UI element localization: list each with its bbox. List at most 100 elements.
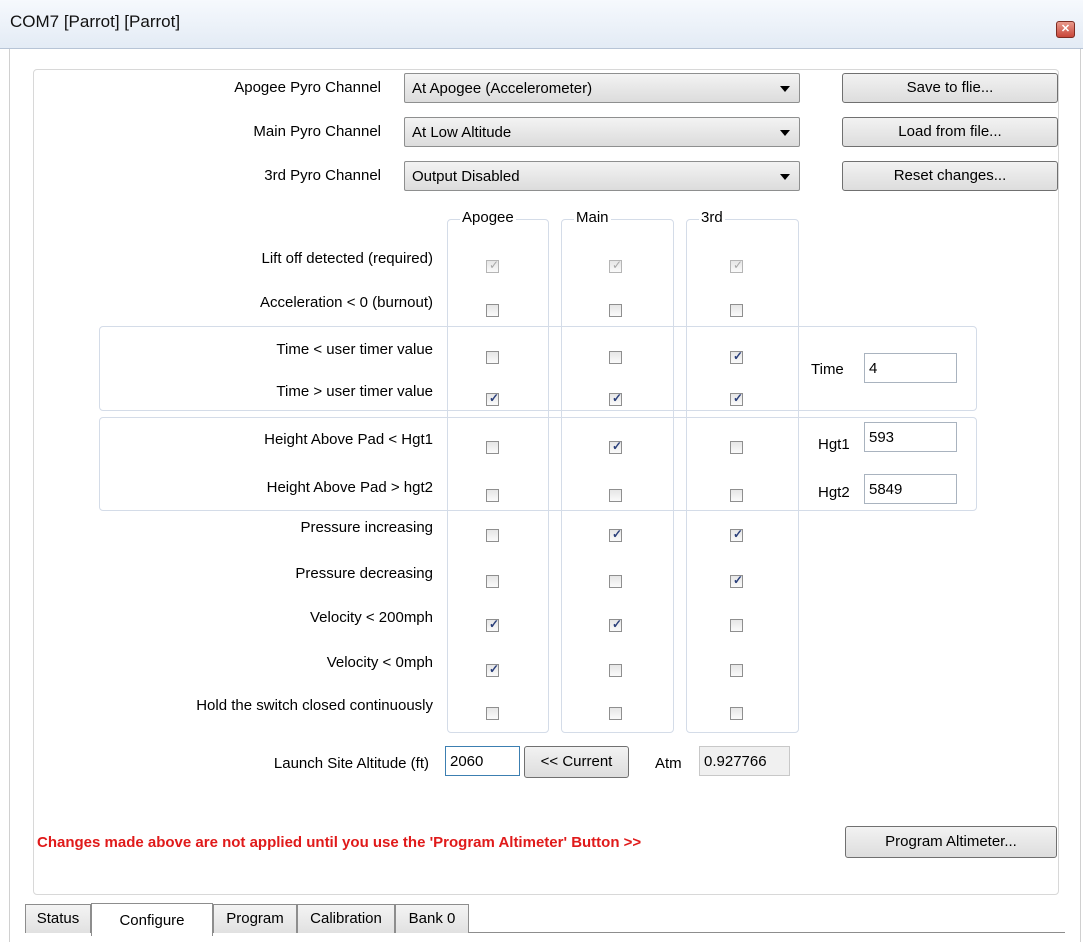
checkbox-press-inc-apogee[interactable] — [486, 529, 499, 542]
condition-label-accel: Acceleration < 0 (burnout) — [259, 294, 433, 311]
checkbox-accel-third[interactable] — [730, 304, 743, 317]
checkbox-hgt2-third[interactable] — [730, 489, 743, 502]
chevron-down-icon — [780, 174, 790, 180]
checkbox-time-gt-apogee[interactable]: ✓ — [486, 391, 500, 406]
checkbox-press-dec-main[interactable] — [609, 575, 622, 588]
checkbox-vel-0-apogee[interactable]: ✓ — [486, 662, 500, 677]
main-column-title: Main — [574, 209, 611, 226]
third-pyro-select[interactable]: Output Disabled — [404, 161, 800, 191]
check-icon: ✓ — [489, 662, 500, 676]
check-icon: ✓ — [733, 258, 744, 272]
checkbox-time-gt-third[interactable]: ✓ — [730, 391, 744, 406]
checkbox-vel-0-third[interactable] — [730, 664, 743, 677]
apogee-pyro-label: Apogee Pyro Channel — [234, 79, 381, 96]
checkbox-vel-200-main[interactable]: ✓ — [609, 617, 623, 632]
check-icon: ✓ — [489, 617, 500, 631]
apogee-column-group: Apogee — [447, 209, 549, 733]
checkbox-accel-main[interactable] — [609, 304, 622, 317]
checkbox-time-lt-apogee[interactable] — [486, 351, 499, 364]
check-icon: ✓ — [612, 617, 623, 631]
condition-label-liftoff: Lift off detected (required) — [261, 250, 434, 267]
checkbox-liftoff-third: ✓ — [730, 258, 744, 273]
checkbox-press-dec-apogee[interactable] — [486, 575, 499, 588]
hgt2-input[interactable]: 5849 — [864, 474, 957, 504]
program-warning-text: Changes made above are not applied until… — [37, 834, 642, 851]
close-button[interactable]: ✕ — [1056, 21, 1075, 38]
apogee-column-title: Apogee — [460, 209, 516, 226]
check-icon: ✓ — [733, 391, 744, 405]
condition-label-vel-200: Velocity < 200mph — [310, 609, 433, 626]
condition-label-press-inc: Pressure increasing — [300, 519, 433, 536]
checkbox-hgt2-main[interactable] — [609, 489, 622, 502]
tab-calibration[interactable]: Calibration — [297, 904, 395, 933]
check-icon: ✓ — [733, 349, 744, 363]
main-column-group: Main — [561, 209, 674, 733]
window-title: COM7 [Parrot] [Parrot] — [10, 12, 181, 31]
checkbox-press-dec-third[interactable]: ✓ — [730, 573, 744, 588]
tab-bank-0[interactable]: Bank 0 — [395, 904, 469, 933]
check-icon: ✓ — [489, 258, 500, 272]
program-altimeter-button[interactable]: Program Altimeter... — [845, 826, 1057, 858]
checkbox-press-inc-main[interactable]: ✓ — [609, 527, 623, 542]
check-icon: ✓ — [733, 573, 744, 587]
checkbox-hold-third[interactable] — [730, 707, 743, 720]
time-input[interactable]: 4 — [864, 353, 957, 383]
tab-program[interactable]: Program — [213, 904, 297, 933]
condition-label-hgt2: Height Above Pad > hgt2 — [266, 479, 433, 496]
launch-site-label: Launch Site Altitude (ft) — [273, 755, 429, 772]
apogee-pyro-value: At Apogee (Accelerometer) — [412, 80, 593, 97]
apogee-pyro-select[interactable]: At Apogee (Accelerometer) — [404, 73, 800, 103]
checkbox-vel-200-apogee[interactable]: ✓ — [486, 617, 500, 632]
checkbox-hgt1-main[interactable]: ✓ — [609, 439, 623, 454]
condition-label-time-gt: Time > user timer value — [276, 383, 433, 400]
checkbox-accel-apogee[interactable] — [486, 304, 499, 317]
check-icon: ✓ — [612, 439, 623, 453]
close-icon: ✕ — [1060, 23, 1071, 35]
main-pyro-value: At Low Altitude — [412, 124, 512, 141]
checkbox-hgt1-apogee[interactable] — [486, 441, 499, 454]
check-icon: ✓ — [612, 527, 623, 541]
tab-configure[interactable]: Configure — [91, 903, 213, 936]
chevron-down-icon — [780, 86, 790, 92]
check-icon: ✓ — [489, 391, 500, 405]
checkbox-liftoff-main: ✓ — [609, 258, 623, 273]
checkbox-vel-0-main[interactable] — [609, 664, 622, 677]
condition-label-time-lt: Time < user timer value — [276, 341, 433, 358]
hgt1-label: Hgt1 — [818, 436, 850, 453]
checkbox-press-inc-third[interactable]: ✓ — [730, 527, 744, 542]
main-pyro-select[interactable]: At Low Altitude — [404, 117, 800, 147]
hgt2-label: Hgt2 — [818, 484, 850, 501]
checkbox-hold-apogee[interactable] — [486, 707, 499, 720]
chevron-down-icon — [780, 130, 790, 136]
current-altitude-button[interactable]: << Current — [524, 746, 629, 778]
reset-changes-button[interactable]: Reset changes... — [842, 161, 1058, 191]
third-column-title: 3rd — [699, 209, 725, 226]
condition-label-hgt1: Height Above Pad < Hgt1 — [264, 431, 433, 448]
checkbox-vel-200-third[interactable] — [730, 619, 743, 632]
main-pyro-label: Main Pyro Channel — [253, 123, 381, 140]
checkbox-hgt2-apogee[interactable] — [486, 489, 499, 502]
check-icon: ✓ — [612, 258, 623, 272]
checkbox-time-lt-main[interactable] — [609, 351, 622, 364]
hgt1-input[interactable]: 593 — [864, 422, 957, 452]
third-column-group: 3rd — [686, 209, 799, 733]
condition-label-hold: Hold the switch closed continuously — [196, 697, 433, 714]
tab-status[interactable]: Status — [25, 904, 91, 933]
condition-label-vel-0: Velocity < 0mph — [326, 654, 433, 671]
condition-label-press-dec: Pressure decreasing — [295, 565, 433, 582]
checkbox-time-lt-third[interactable]: ✓ — [730, 349, 744, 364]
load-from-file-button[interactable]: Load from file... — [842, 117, 1058, 147]
launch-site-altitude-input[interactable]: 2060 — [445, 746, 520, 776]
time-label: Time — [811, 361, 844, 378]
atm-value: 0.927766 — [699, 746, 790, 776]
checkbox-hgt1-third[interactable] — [730, 441, 743, 454]
save-to-file-button[interactable]: Save to flie... — [842, 73, 1058, 103]
check-icon: ✓ — [612, 391, 623, 405]
third-pyro-value: Output Disabled — [412, 168, 520, 185]
check-icon: ✓ — [733, 527, 744, 541]
checkbox-liftoff-apogee: ✓ — [486, 258, 500, 273]
atm-label: Atm — [655, 755, 682, 772]
checkbox-hold-main[interactable] — [609, 707, 622, 720]
checkbox-time-gt-main[interactable]: ✓ — [609, 391, 623, 406]
title-bar: COM7 [Parrot] [Parrot] ✕ — [0, 0, 1083, 49]
